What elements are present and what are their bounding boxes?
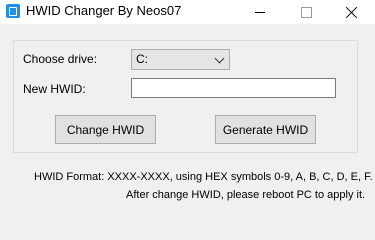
drive-label: Choose drive: <box>23 52 98 66</box>
hwid-input[interactable] <box>131 78 336 98</box>
drive-select[interactable]: C: <box>131 49 230 70</box>
reboot-info-text: After change HWID, please reboot PC to a… <box>126 189 366 201</box>
generate-hwid-button[interactable]: Generate HWID <box>215 115 316 144</box>
maximize-icon <box>300 6 312 18</box>
maximize-button[interactable] <box>283 0 329 24</box>
app-window: HWID Changer By Neos07 Choose drive: C: … <box>0 0 375 213</box>
format-info-text: HWID Format: XXXX-XXXX, using HEX symbol… <box>34 171 373 183</box>
drive-select-value: C: <box>136 52 148 66</box>
hwid-label: New HWID: <box>23 82 86 96</box>
close-button[interactable] <box>329 0 375 24</box>
close-icon <box>346 6 358 18</box>
window-title: HWID Changer By Neos07 <box>26 3 182 18</box>
change-hwid-button[interactable]: Change HWID <box>55 115 156 144</box>
minimize-icon <box>255 11 265 13</box>
chevron-down-icon <box>214 53 225 64</box>
minimize-button[interactable] <box>237 0 283 24</box>
title-bar[interactable]: HWID Changer By Neos07 <box>0 0 375 24</box>
app-icon <box>6 4 20 18</box>
